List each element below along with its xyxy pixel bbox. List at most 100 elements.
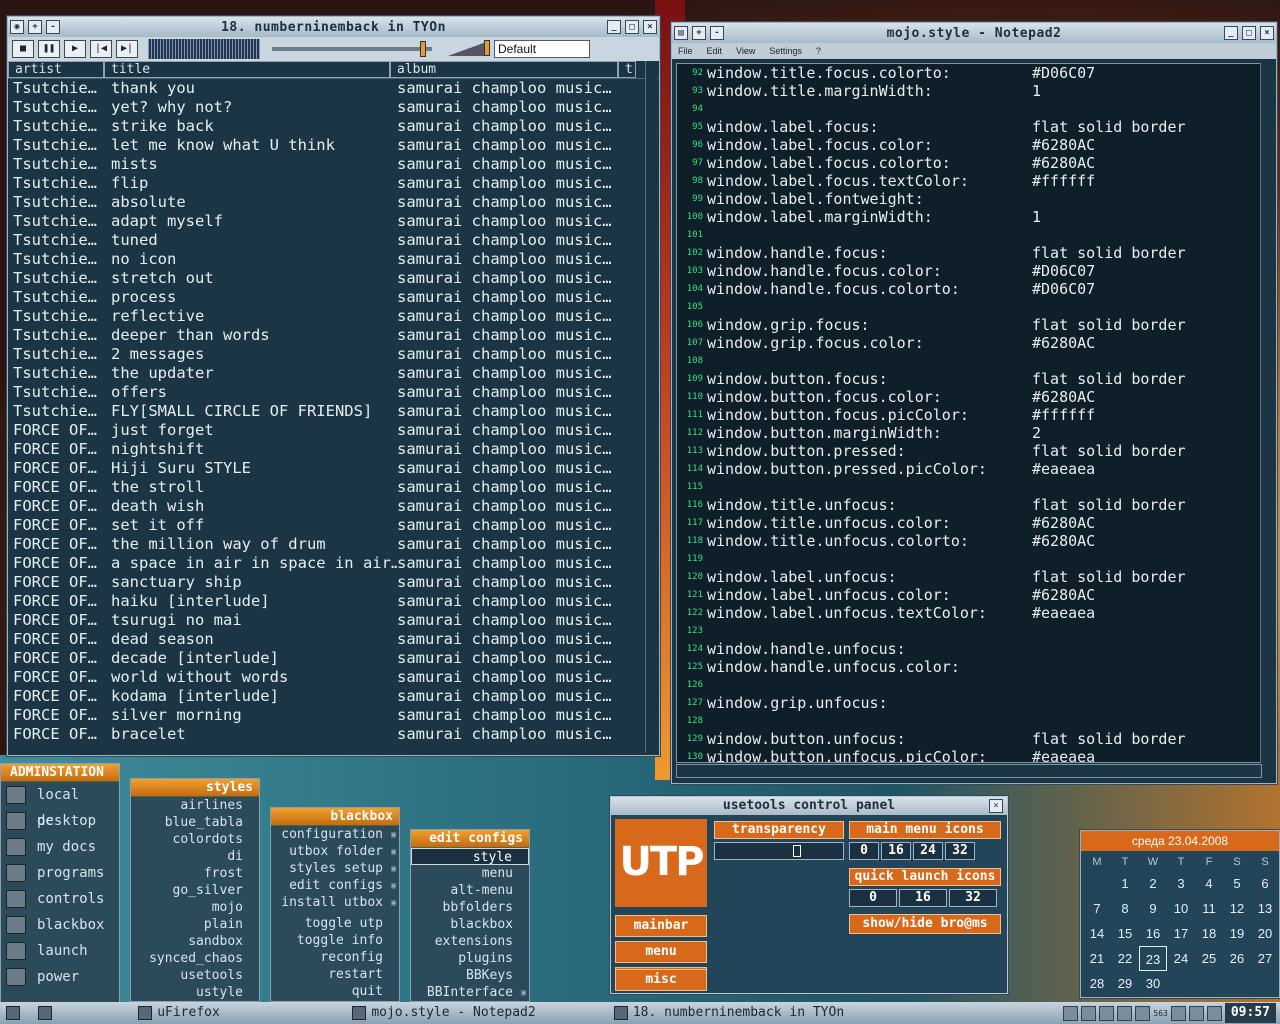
main-menu-icon-size[interactable]: 16	[881, 842, 911, 860]
playlist-row[interactable]: FORCE OF… bracelet samurai champloo music…	[13, 725, 659, 744]
task-firefox[interactable]: uFirefox	[64, 1003, 294, 1023]
admin-item-local-pc[interactable]: local pc	[1, 782, 119, 829]
playlist-row[interactable]: Tsutchie… no icon samurai champloo music…	[13, 250, 659, 269]
menu-item[interactable]: View	[736, 43, 755, 59]
calendar-day[interactable]: 21	[1083, 946, 1111, 971]
tray-icon[interactable]	[1170, 1005, 1186, 1021]
calendar-day[interactable]: 9	[1139, 896, 1167, 921]
calendar-day[interactable]: 23	[1139, 946, 1167, 971]
calendar-day[interactable]: 10	[1167, 896, 1195, 921]
playlist-row[interactable]: Tsutchie… absolute samurai champloo music…	[13, 193, 659, 212]
blackbox-item[interactable]: install utbox	[271, 894, 399, 911]
playlist-row[interactable]: Tsutchie… let me know what U think samurai…	[13, 136, 659, 155]
playlist-row[interactable]: FORCE OF… set it off samurai champloo musi…	[13, 516, 659, 535]
config-item[interactable]: extensions	[411, 933, 529, 950]
home-button[interactable]	[0, 1003, 32, 1023]
editor-hscrollbar[interactable]	[676, 764, 1262, 778]
playlist-row[interactable]: Tsutchie… stretch out samurai champloo mus…	[13, 269, 659, 288]
style-item[interactable]: sandbox	[131, 933, 259, 950]
playlist-row[interactable]: Tsutchie… FLY[SMALL CIRCLE OF FRIENDS] sam…	[13, 402, 659, 421]
style-item[interactable]: colordots	[131, 831, 259, 848]
app-menu-icon[interactable]: ◉	[10, 20, 24, 34]
playlist-row[interactable]: Tsutchie… offers samurai champloo music…	[13, 383, 659, 402]
task-player[interactable]: 18. numberninemback in TYOn	[594, 1003, 864, 1023]
blackbox-item[interactable]: toggle info	[271, 932, 399, 949]
config-item[interactable]: style	[411, 848, 529, 865]
config-item[interactable]: BBKeys	[411, 967, 529, 984]
blackbox-item[interactable]: reconfig	[271, 949, 399, 966]
seek-handle[interactable]	[420, 41, 426, 57]
quick-launch-icon-size[interactable]: 0	[849, 889, 897, 907]
style-item[interactable]: usetools	[131, 967, 259, 984]
playlist-row[interactable]: FORCE OF… Hiji Suru STYLE samurai champloo…	[13, 459, 659, 478]
playlist-row[interactable]: Tsutchie… the updater samurai champloo mus…	[13, 364, 659, 383]
blackbox-item[interactable]: restart	[271, 966, 399, 983]
playlist-row[interactable]: FORCE OF… decade [interlude] samurai champ…	[13, 649, 659, 668]
close-icon[interactable]: ×	[989, 799, 1003, 813]
calendar-day[interactable]: 6	[1251, 871, 1279, 896]
config-item[interactable]: menu	[411, 865, 529, 882]
column-time[interactable]: t	[618, 61, 636, 78]
column-album[interactable]: album	[390, 61, 618, 78]
pause-button[interactable]: ❚❚	[38, 40, 60, 58]
main-menu-icon-size[interactable]: 0	[849, 842, 879, 860]
menu-button[interactable]: menu	[615, 941, 707, 963]
editor-vscrollbar[interactable]	[1260, 63, 1272, 763]
calendar-day[interactable]: 14	[1083, 921, 1111, 946]
playlist-row[interactable]: Tsutchie… strike back samurai champloo mus…	[13, 117, 659, 136]
close-icon[interactable]: ×	[643, 20, 657, 34]
calendar-day[interactable]: 20	[1251, 921, 1279, 946]
playlist-row[interactable]: Tsutchie… adapt myself samurai champloo mu…	[13, 212, 659, 231]
calendar-day[interactable]: 28	[1083, 971, 1111, 996]
pin-icon[interactable]: +	[692, 26, 706, 40]
playlist-row[interactable]: FORCE OF… death wish samurai champloo musi…	[13, 497, 659, 516]
style-item[interactable]: plain	[131, 916, 259, 933]
blackbox-item[interactable]: edit configs	[271, 877, 399, 894]
tray-icon[interactable]	[1188, 1005, 1204, 1021]
config-item[interactable]: plugins	[411, 950, 529, 967]
tray-icon[interactable]	[1135, 1005, 1151, 1021]
blackbox-item[interactable]: quit	[271, 983, 399, 1000]
playlist-row[interactable]: Tsutchie… mists samurai champloo music…	[13, 155, 659, 174]
style-item[interactable]: airlines	[131, 797, 259, 814]
blackbox-item[interactable]: configuration	[271, 826, 399, 843]
next-button[interactable]: ▶|	[116, 40, 138, 58]
menu-item[interactable]: File	[678, 43, 693, 59]
style-item[interactable]: synced_chaos	[131, 950, 259, 967]
blackbox-item[interactable]: utbox folder	[271, 843, 399, 860]
seek-slider[interactable]	[272, 41, 432, 57]
blackbox-item[interactable]: toggle utp	[271, 915, 399, 932]
blackbox-item[interactable]: styles setup	[271, 860, 399, 877]
playlist-row[interactable]: Tsutchie… 2 messages samurai champloo musi…	[13, 345, 659, 364]
tray-icon[interactable]	[1117, 1005, 1133, 1021]
mainbar-button[interactable]: mainbar	[615, 915, 707, 937]
quick-launch-icon-size[interactable]: 16	[899, 889, 947, 907]
code-editor[interactable]: 92 window.title.focus.colorto: #D06C07 93 wi…	[676, 63, 1262, 763]
clock[interactable]: 09:57	[1224, 1003, 1276, 1023]
player-titlebar[interactable]: ◉ + - 18. numberninemback in TYOn _ □ ×	[8, 17, 659, 37]
quick-launch-icon-size[interactable]: 32	[949, 889, 997, 907]
folder-button[interactable]	[32, 1003, 64, 1023]
stop-button[interactable]: ■	[12, 40, 34, 58]
calendar-day[interactable]: 30	[1139, 971, 1167, 996]
playlist-row[interactable]: FORCE OF… kodama [interlude] samurai champ…	[13, 687, 659, 706]
calendar-day[interactable]: 3	[1167, 871, 1195, 896]
minimize-icon[interactable]: _	[1224, 26, 1238, 40]
admin-item-programs[interactable]: programs	[1, 860, 119, 886]
playlist-row[interactable]: Tsutchie… thank you samurai champloo music…	[13, 79, 659, 98]
playlist-row[interactable]: Tsutchie… tuned samurai champloo music…	[13, 231, 659, 250]
playlist-row[interactable]: FORCE OF… a space in air in space in air……	[13, 554, 659, 573]
calendar-day[interactable]: 17	[1167, 921, 1195, 946]
calendar-day[interactable]: 13	[1251, 896, 1279, 921]
playlist-row[interactable]: FORCE OF… the stroll samurai champloo musi…	[13, 478, 659, 497]
config-item[interactable]: blackbox	[411, 916, 529, 933]
calendar-day[interactable]: 12	[1223, 896, 1251, 921]
column-artist[interactable]: artist	[8, 61, 104, 78]
maximize-icon[interactable]: □	[1242, 26, 1256, 40]
playlist-row[interactable]: Tsutchie… process samurai champloo music…	[13, 288, 659, 307]
style-item[interactable]: frost	[131, 865, 259, 882]
previous-button[interactable]: |◀	[90, 40, 112, 58]
playlist-row[interactable]: FORCE OF… nightshift samurai champloo musi…	[13, 440, 659, 459]
config-item[interactable]: BBInterface	[411, 984, 529, 1001]
calendar-day[interactable]: 1	[1111, 871, 1139, 896]
